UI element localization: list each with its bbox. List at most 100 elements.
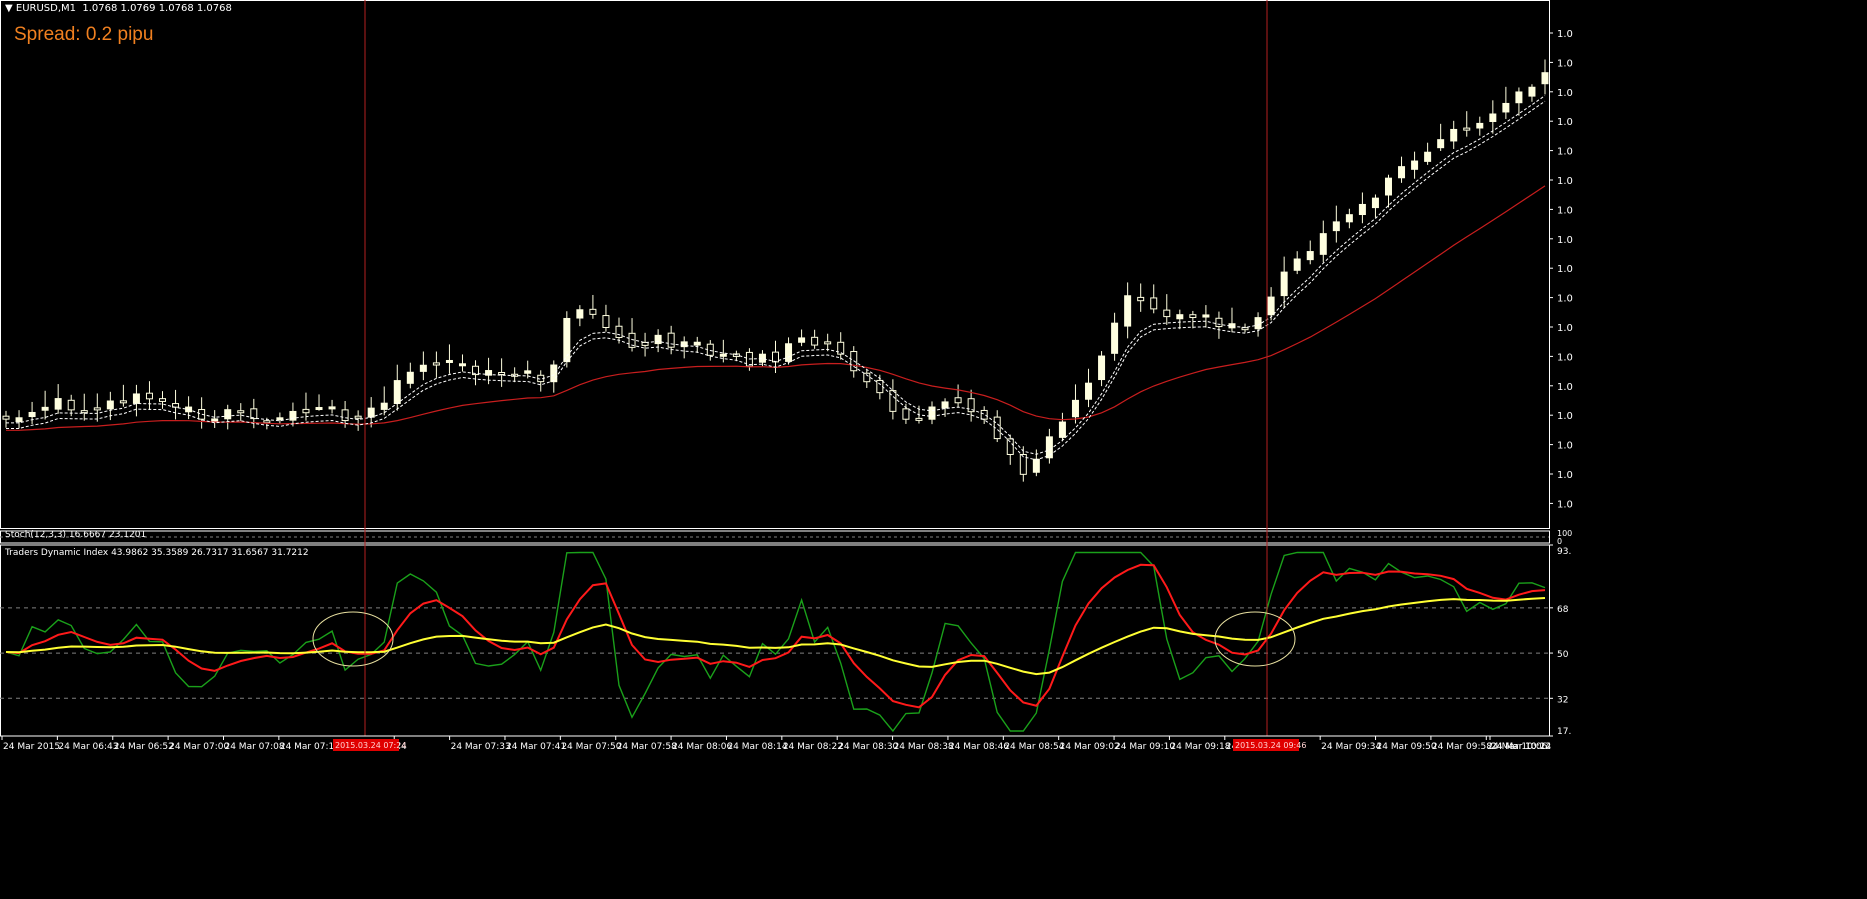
candle-body bbox=[1306, 251, 1314, 261]
time-axis-label: 24 Mar 08:30 bbox=[838, 742, 898, 752]
candle-body bbox=[354, 415, 362, 419]
candle-body bbox=[419, 364, 427, 372]
time-axis-label: 24 Mar 06:52 bbox=[114, 742, 174, 752]
cursor-time-label: 2015.03.24 09:46 bbox=[1235, 741, 1306, 750]
candle-body bbox=[811, 336, 819, 346]
candle-body bbox=[1189, 314, 1197, 319]
time-axis-label: 24 Mar 07:16 bbox=[280, 742, 340, 752]
candle-body bbox=[498, 371, 506, 376]
candle-body bbox=[667, 332, 675, 348]
candle-body bbox=[1176, 314, 1184, 320]
price-axis-label: 1.0 bbox=[1557, 470, 1573, 481]
dropdown-triangle-icon[interactable]: ▼ bbox=[5, 3, 16, 14]
tdi-axis-label: 50 bbox=[1557, 650, 1569, 660]
chart-window[interactable]: 1.0 1.0 1.0 1.0 1.0 1.0 1.0 1.0 1.0 1.0 1.0 1.0 1.0 1… bbox=[0, 0, 1867, 899]
tdi-axis-label: 93. bbox=[1557, 547, 1571, 557]
candle-body bbox=[576, 309, 584, 319]
candle-body bbox=[224, 409, 232, 420]
candle-body bbox=[367, 407, 375, 418]
candle-body bbox=[1502, 102, 1510, 113]
candle-body bbox=[1163, 309, 1171, 318]
price-axis-label: 1.0 bbox=[1557, 411, 1573, 422]
candle-body bbox=[1267, 296, 1275, 316]
candle-body bbox=[145, 392, 153, 400]
candle-body bbox=[550, 364, 558, 383]
candle-body bbox=[1476, 122, 1484, 129]
candle-body bbox=[1085, 382, 1093, 400]
candle-body bbox=[941, 401, 949, 409]
candle-body bbox=[1411, 160, 1419, 170]
time-axis-label: 24 Mar 08:14 bbox=[727, 742, 787, 752]
candle-body bbox=[432, 362, 440, 366]
main-panel-border bbox=[0, 0, 1550, 529]
candle-body bbox=[589, 308, 597, 315]
price-axis-label: 1.0 bbox=[1557, 323, 1573, 334]
candle-body bbox=[276, 417, 284, 421]
price-axis-label: 1.0 bbox=[1557, 88, 1573, 99]
time-axis-label: 24 Mar 08:22 bbox=[783, 742, 843, 752]
candle-body bbox=[237, 410, 245, 414]
candle-body bbox=[393, 380, 401, 404]
tdi-axis-label: 32 bbox=[1557, 695, 1568, 705]
candle-body bbox=[1045, 436, 1053, 459]
time-axis-label: 24 Mar 09:34 bbox=[1321, 742, 1381, 752]
price-axis-label: 1.0 bbox=[1557, 441, 1573, 452]
candle-body bbox=[915, 417, 923, 421]
candle-body bbox=[954, 397, 962, 404]
candle-body bbox=[1515, 91, 1523, 104]
candle-body bbox=[1371, 197, 1379, 209]
stoch-axis-label: 0 bbox=[1557, 537, 1562, 546]
candle-body bbox=[1541, 72, 1549, 85]
candle-body bbox=[524, 370, 532, 374]
slow-moving-average-line bbox=[6, 185, 1546, 431]
time-axis-label: 24 Mar 09:10 bbox=[1115, 742, 1175, 752]
candle-body bbox=[563, 317, 571, 363]
symbol-line: EURUSD,M1 1.0768 1.0769 1.0768 1.0768 bbox=[15, 3, 232, 14]
candle-body bbox=[1280, 271, 1288, 297]
fast-ma-dashed-line-1 bbox=[6, 95, 1546, 455]
candle-body bbox=[341, 409, 349, 422]
tdi-label: Traders Dynamic Index 43.9862 35.3589 26… bbox=[5, 548, 309, 558]
time-axis-label: 24 Mar 07:58 bbox=[617, 742, 677, 752]
candle-body bbox=[380, 402, 388, 410]
candle-body bbox=[211, 418, 219, 423]
candle-body bbox=[302, 408, 310, 414]
tdi-axis-label: 17. bbox=[1557, 727, 1571, 737]
time-axis-label: 24 Mar 07:00 bbox=[169, 742, 229, 752]
candle-body bbox=[772, 351, 779, 363]
candle-body bbox=[1215, 317, 1223, 328]
candle-body bbox=[1032, 458, 1040, 473]
candle-body bbox=[1489, 113, 1497, 123]
cursor-time-label: 2015.03.24 07:24 bbox=[335, 741, 406, 750]
tdi-axis-label: 68 bbox=[1557, 605, 1569, 615]
candle-body bbox=[67, 399, 75, 411]
candle-body bbox=[1137, 296, 1145, 302]
candle-body bbox=[15, 417, 23, 423]
time-axis-label: 24 Mar 07:33 bbox=[451, 742, 511, 752]
time-axis-label: 24 Mar 08:46 bbox=[949, 742, 1009, 752]
candle-body bbox=[615, 325, 623, 338]
candle-body bbox=[980, 409, 988, 420]
candle-body bbox=[54, 398, 62, 410]
candle-body bbox=[719, 353, 727, 357]
time-axis-label: 24 Mar 09:18 bbox=[1170, 742, 1230, 752]
price-chart[interactable]: 1.0 1.0 1.0 1.0 1.0 1.0 1.0 1.0 1.0 1.0 1.0 1.0 1.0 1… bbox=[0, 0, 1867, 899]
candle-body bbox=[1071, 399, 1079, 418]
candle-body bbox=[1332, 221, 1340, 232]
time-axis-label: 24 Mar 08:38 bbox=[894, 742, 954, 752]
time-axis-label: 24 Mar 06:43 bbox=[58, 742, 118, 752]
candle-body bbox=[1098, 355, 1106, 381]
candle-body bbox=[1202, 314, 1210, 318]
candle-body bbox=[93, 407, 101, 411]
candle-body bbox=[928, 406, 936, 420]
candle-body bbox=[1384, 177, 1392, 196]
candle-body bbox=[458, 363, 466, 367]
tdi-red-line bbox=[5, 563, 1546, 709]
price-axis-label: 1.0 bbox=[1557, 29, 1573, 40]
time-axis-label: 24 Mar 08:54 bbox=[1004, 742, 1064, 752]
time-axis-label: 24 Mar 07:08 bbox=[224, 742, 284, 752]
price-axis-label: 1.0 bbox=[1557, 58, 1573, 69]
price-axis-label: 1.0 bbox=[1557, 176, 1573, 187]
candle-body bbox=[1058, 421, 1066, 438]
candle-body bbox=[1463, 127, 1471, 131]
